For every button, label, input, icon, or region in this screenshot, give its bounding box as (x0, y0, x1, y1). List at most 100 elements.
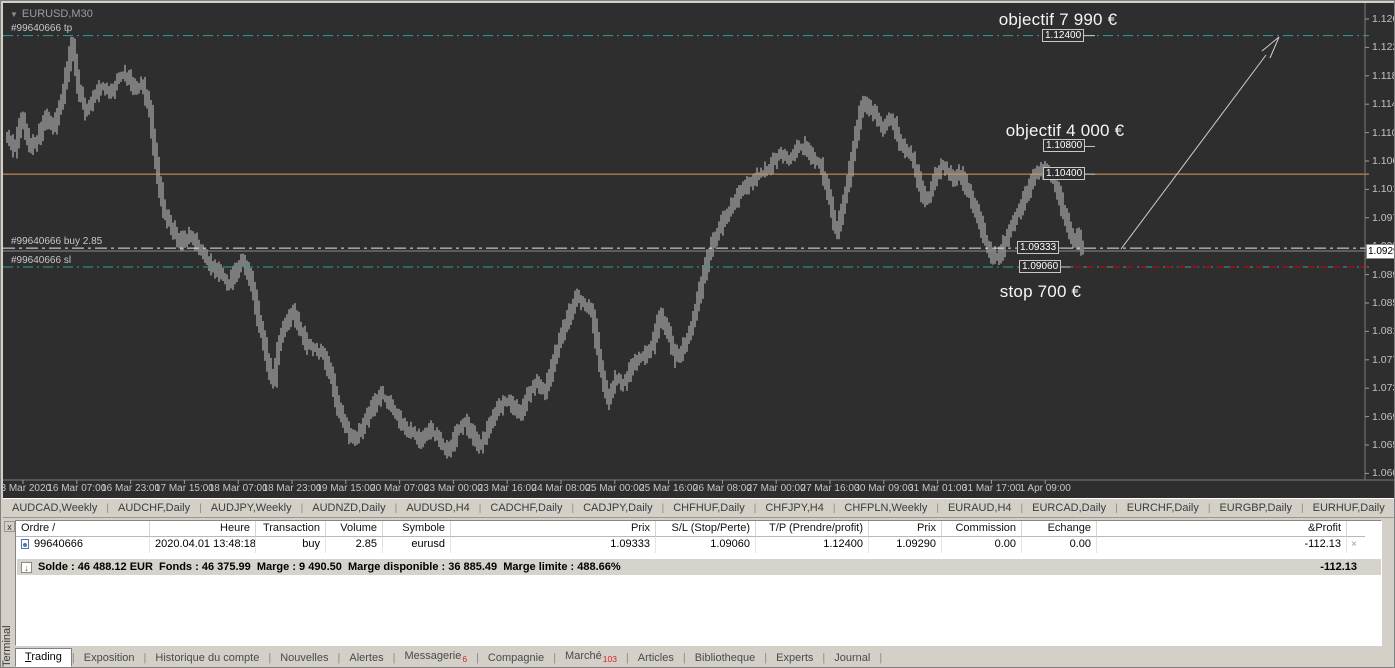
chart-tab-audchf[interactable]: AUDCHF,Daily (109, 500, 199, 516)
chart-tab-chfjpy[interactable]: CHFJPY,H4 (756, 500, 832, 516)
order-tp-line-tag[interactable]: #99640666 tp (11, 23, 72, 34)
column-header-profit[interactable]: &Profit (1097, 521, 1347, 537)
order-buy-line-tag[interactable]: #99640666 buy 2.85 (11, 236, 102, 247)
y-axis-label: 1.10190 (1372, 183, 1394, 196)
y-axis-label: 1.06090 (1372, 467, 1394, 480)
column-header-tpprendreprofit[interactable]: T/P (Prendre/profit) (756, 521, 869, 537)
annotation-objective-7990[interactable]: objectif 7 990 € (958, 10, 1158, 30)
balance-arrow-icon: ↓ (21, 561, 32, 573)
orders-table-header: Ordre / Heure Transaction Volume Symbole Prix… (16, 521, 1381, 537)
order-cell: 1.12400 (756, 537, 869, 553)
terminal-tab-bar: Trading | Exposition | Historique du compte |… (15, 647, 882, 667)
chart-tab-euraud[interactable]: EURAUD,H4 (939, 500, 1021, 516)
y-axis-label: 1.11410 (1372, 98, 1394, 111)
annotation-stop-700[interactable]: stop 700 € (958, 282, 1123, 302)
order-sl-line-tag[interactable]: #99640666 sl (11, 255, 71, 266)
terminal-panel-title: Terminal (2, 625, 13, 667)
chart-tab-cadchf[interactable]: CADCHF,Daily (481, 500, 571, 516)
y-axis-label: 1.08960 (1372, 268, 1394, 281)
price-label-10400[interactable]: 1.10400 (1043, 167, 1086, 181)
chart-symbol-label: ▼ EURUSD,M30 (10, 8, 93, 20)
terminal-tab-exposition[interactable]: Exposition (75, 650, 144, 667)
price-label-tp[interactable]: 1.12400 (1042, 28, 1085, 42)
chart-tab-cadjpy[interactable]: CADJPY,Daily (574, 500, 662, 516)
order-cell: 2020.04.01 13:48:18 (150, 537, 256, 553)
column-header-prix[interactable]: Prix (869, 521, 942, 537)
y-axis-label: 1.08140 (1372, 325, 1394, 338)
order-cell: -112.13 (1097, 537, 1347, 553)
price-label-buy[interactable]: 1.09333 (1017, 241, 1060, 255)
projection-arrow-shaft (1120, 54, 1267, 250)
chevron-down-icon[interactable]: ▼ (10, 10, 18, 19)
x-axis-label: 1 Apr 09:00 (1019, 483, 1071, 494)
current-price-box: 1.09290 (1366, 244, 1394, 260)
annotation-objective-4000[interactable]: objectif 4 000 € (965, 121, 1165, 141)
order-cell: 0.00 (1022, 537, 1097, 553)
balance-summary: Solde : 46 488.12 EUR Fonds : 46 375.99 … (38, 561, 621, 573)
terminal-tab-historique-du-compte[interactable]: Historique du compte (146, 650, 268, 667)
price-chart-canvas (3, 3, 1394, 484)
unread-badge: 6 (462, 654, 468, 664)
y-axis-label: 1.08550 (1372, 297, 1394, 309)
column-header-echange[interactable]: Echange (1022, 521, 1097, 537)
chart-symbol-text: EURUSD,M30 (21, 8, 93, 20)
terminal-tab-messagerie[interactable]: Messagerie6 (395, 648, 476, 667)
y-axis-label: 1.06910 (1372, 410, 1394, 423)
balance-profit: -112.13 (1320, 561, 1357, 573)
chart-tab-eurcad[interactable]: EURCAD,Daily (1023, 500, 1115, 516)
y-axis-label: 1.11010 (1372, 126, 1394, 139)
order-cell: eurusd (383, 537, 451, 553)
terminal-close-button[interactable]: x (4, 521, 15, 532)
terminal-tab-alertes[interactable]: Alertes (340, 650, 392, 667)
order-cell: buy (256, 537, 326, 553)
y-axis-label: 1.07730 (1372, 353, 1394, 366)
order-cell: 1.09290 (869, 537, 942, 553)
order-close-icon[interactable]: × (1347, 537, 1365, 553)
column-header-slstopperte[interactable]: S/L (Stop/Perte) (656, 521, 756, 537)
y-axis-label: 1.07320 (1372, 382, 1394, 395)
column-header-filler (1347, 521, 1365, 537)
terminal-tab-journal[interactable]: Journal (825, 650, 879, 667)
price-label-sl[interactable]: 1.09060 (1019, 259, 1062, 273)
y-axis-label: 1.11820 (1372, 69, 1394, 82)
y-axis-label: 1.10600 (1372, 155, 1394, 167)
column-header-heure[interactable]: Heure (150, 521, 256, 537)
order-cell: 1.09060 (656, 537, 756, 553)
column-header-symbole[interactable]: Symbole (383, 521, 451, 537)
column-header-volume[interactable]: Volume (326, 521, 383, 537)
terminal-tab-bibliotheque[interactable]: Bibliotheque (686, 650, 765, 667)
chart-tab-audjpy[interactable]: AUDJPY,Weekly (202, 500, 301, 516)
order-doc-icon (21, 539, 29, 549)
tab-divider: | (879, 652, 883, 664)
terminal-tab-compagnie[interactable]: Compagnie (479, 650, 553, 667)
chart-tab-audusd[interactable]: AUDUSD,H4 (397, 500, 479, 516)
chart-tab-chfpln[interactable]: CHFPLN,Weekly (835, 500, 936, 516)
orders-table: Ordre / Heure Transaction Volume Symbole Prix… (15, 520, 1382, 646)
terminal-tab-march-[interactable]: Marché103 (556, 648, 626, 667)
terminal-panel: x Ordre / Heure Transaction Volume Symbole Pr… (2, 518, 1394, 667)
column-header-transaction[interactable]: Transaction (256, 521, 326, 537)
terminal-tab-articles[interactable]: Articles (629, 650, 683, 667)
terminal-tab-experts[interactable]: Experts (767, 650, 822, 667)
chart-panel[interactable]: ▼ EURUSD,M30 #99640666 tp #99640666 buy 2… (1, 3, 1394, 498)
price-label-10800[interactable]: 1.10800 (1043, 139, 1086, 153)
column-header-commission[interactable]: Commission (942, 521, 1022, 537)
order-cell: 0.00 (942, 537, 1022, 553)
balance-row: ↓ Solde : 46 488.12 EUR Fonds : 46 375.9… (17, 559, 1381, 575)
chart-tab-chfhuf[interactable]: CHFHUF,Daily (664, 500, 754, 516)
y-axis-label: 1.09780 (1372, 211, 1394, 224)
chart-tab-eurgbp[interactable]: EURGBP,Daily (1210, 500, 1301, 516)
order-row[interactable]: 99640666 2020.04.01 13:48:18 buy 2.85 eurusd… (16, 537, 1381, 553)
unread-badge: 103 (602, 654, 617, 664)
chart-tab-eurchf[interactable]: EURCHF,Daily (1118, 500, 1208, 516)
chart-tab-audcad[interactable]: AUDCAD,Weekly (3, 500, 106, 516)
order-cell: 1.09333 (451, 537, 656, 553)
column-header-prix[interactable]: Prix (451, 521, 656, 537)
chart-tab-audnzd[interactable]: AUDNZD,Daily (303, 500, 394, 516)
column-header-ordre[interactable]: Ordre / (16, 521, 150, 537)
terminal-tab-trading[interactable]: Trading (15, 648, 72, 667)
chart-tab-eurhuf[interactable]: EURHUF,Daily (1304, 500, 1394, 516)
mt4-terminal-window: ▼ EURUSD,M30 #99640666 tp #99640666 buy 2… (0, 0, 1395, 668)
terminal-tab-nouvelles[interactable]: Nouvelles (271, 650, 337, 667)
y-axis-label: 1.12640 (1372, 13, 1394, 25)
